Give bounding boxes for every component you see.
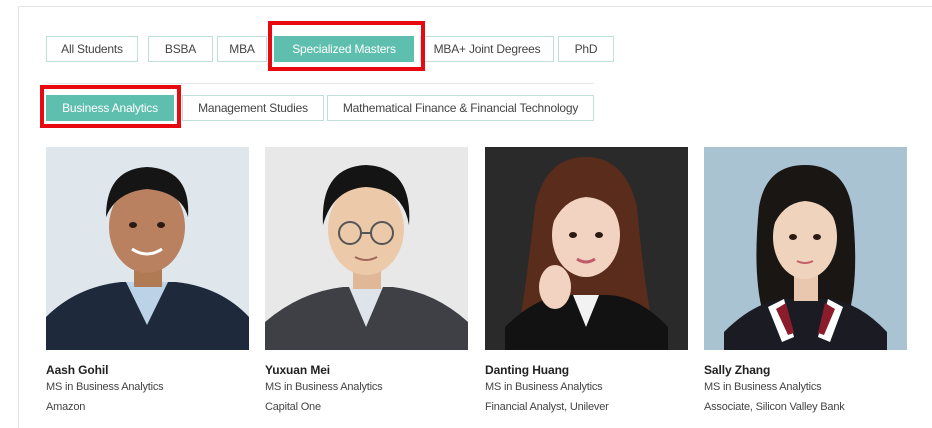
student-photo <box>265 147 468 350</box>
content-frame-top-border <box>18 6 932 7</box>
tab-bsba[interactable]: BSBA <box>148 36 213 62</box>
student-card[interactable]: Aash Gohil MS in Business Analytics Amaz… <box>46 147 249 413</box>
student-card[interactable]: Sally Zhang MS in Business Analytics Ass… <box>704 147 907 413</box>
student-program: MS in Business Analytics <box>704 381 822 393</box>
tab-all-students[interactable]: All Students <box>46 36 138 62</box>
subtab-business-analytics[interactable]: Business Analytics <box>46 95 174 121</box>
student-employer: Capital One <box>265 401 321 413</box>
student-name: Sally Zhang <box>704 363 771 377</box>
student-name: Yuxuan Mei <box>265 363 331 377</box>
tab-mba[interactable]: MBA <box>217 36 267 62</box>
student-employer: Financial Analyst, Unilever <box>485 401 609 413</box>
student-card[interactable]: Danting Huang MS in Business Analytics F… <box>485 147 688 413</box>
subtab-mathematical-finance[interactable]: Mathematical Finance & Financial Technol… <box>327 95 594 121</box>
tab-mba-joint-degrees[interactable]: MBA+ Joint Degrees <box>420 36 554 62</box>
student-card[interactable]: Yuxuan Mei MS in Business Analytics Capi… <box>265 147 468 413</box>
student-name: Aash Gohil <box>46 363 109 377</box>
student-program: MS in Business Analytics <box>46 381 164 393</box>
student-employer: Associate, Silicon Valley Bank <box>704 401 845 413</box>
student-program: MS in Business Analytics <box>265 381 383 393</box>
student-employer: Amazon <box>46 401 86 413</box>
student-photo <box>485 147 688 350</box>
student-program: MS in Business Analytics <box>485 381 603 393</box>
subtab-management-studies[interactable]: Management Studies <box>182 95 324 121</box>
tab-phd[interactable]: PhD <box>558 36 614 62</box>
content-frame-left-border <box>18 6 19 428</box>
student-name: Danting Huang <box>485 363 570 377</box>
tab-specialized-masters[interactable]: Specialized Masters <box>274 36 414 62</box>
student-photo <box>704 147 907 350</box>
student-photo <box>46 147 249 350</box>
